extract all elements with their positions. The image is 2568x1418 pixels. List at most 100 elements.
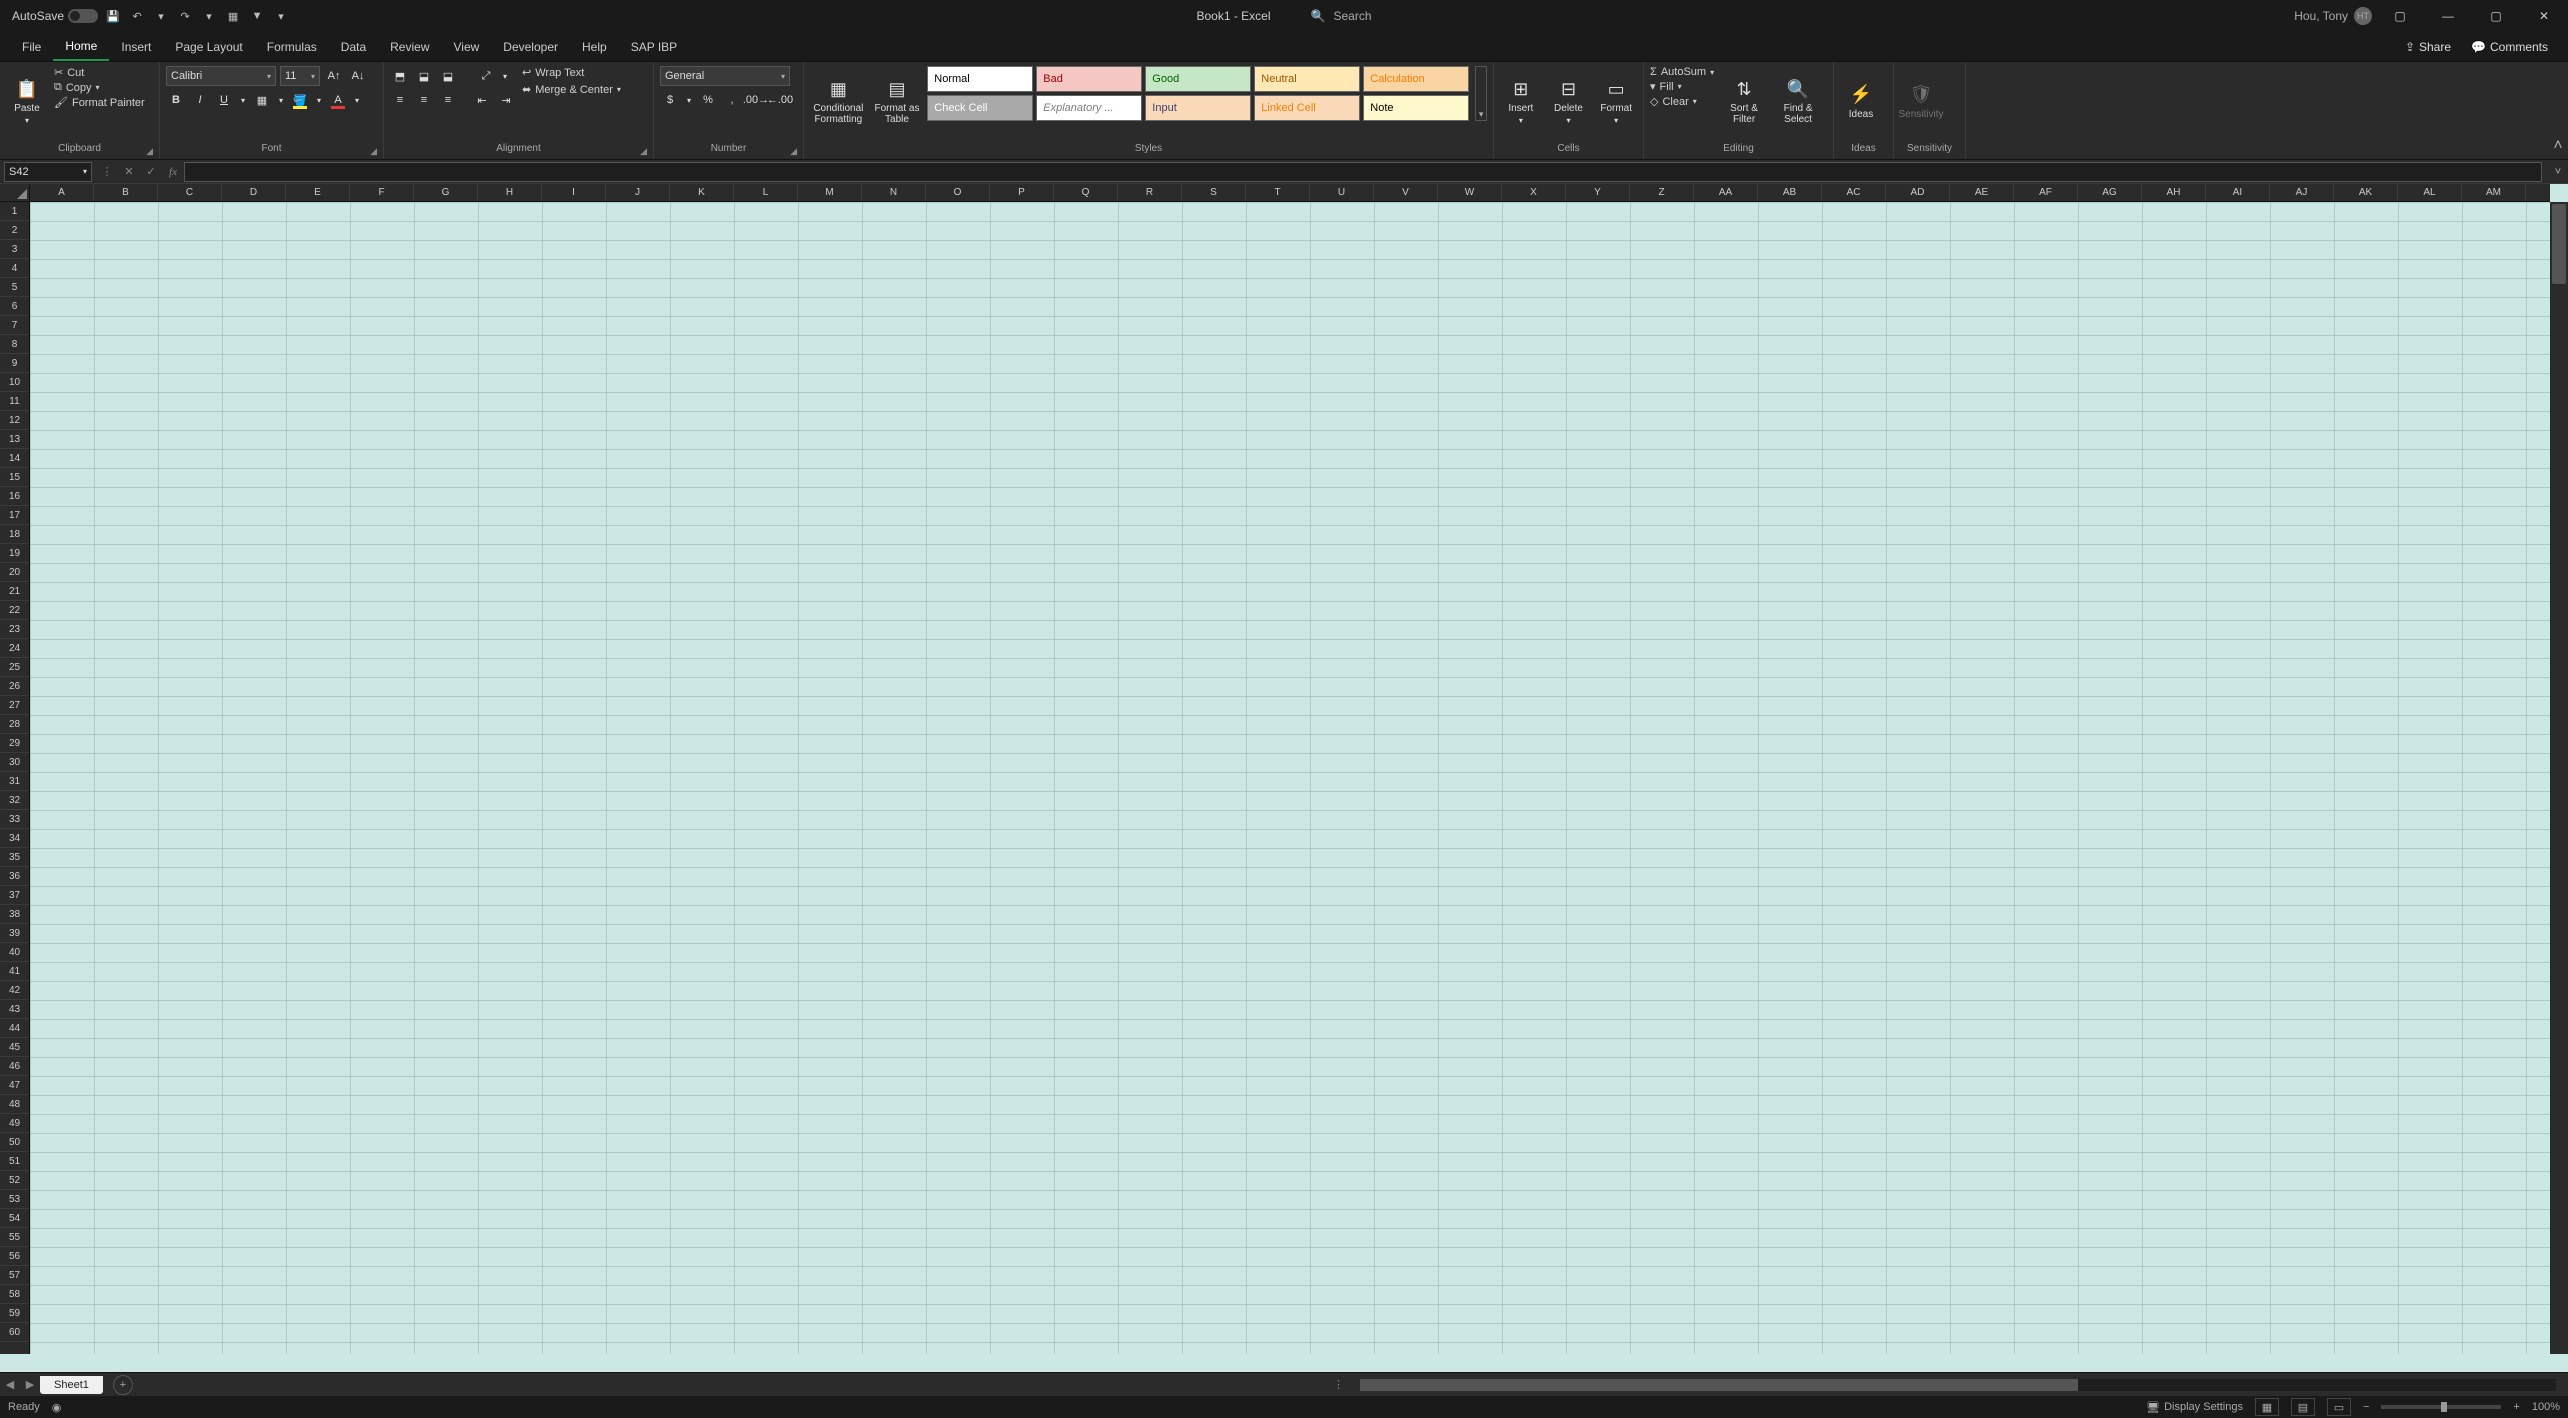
toggle-switch-icon[interactable] bbox=[68, 9, 98, 23]
row-header[interactable]: 53 bbox=[0, 1190, 29, 1209]
row-header[interactable]: 29 bbox=[0, 734, 29, 753]
sheet-nav-prev-icon[interactable]: ◀ bbox=[0, 1378, 20, 1391]
row-header[interactable]: 11 bbox=[0, 392, 29, 411]
select-all-button[interactable] bbox=[0, 184, 30, 202]
sheet-tab[interactable]: Sheet1 bbox=[40, 1376, 103, 1394]
wrap-text-button[interactable]: ↩Wrap Text bbox=[522, 66, 621, 79]
italic-button[interactable]: I bbox=[190, 90, 210, 110]
copy-button[interactable]: ⧉Copy▾ bbox=[54, 81, 145, 94]
column-header[interactable]: AF bbox=[2014, 184, 2078, 201]
tab-data[interactable]: Data bbox=[329, 34, 378, 60]
comments-button[interactable]: 💬 Comments bbox=[2461, 36, 2558, 58]
fill-color-dropdown-icon[interactable]: ▾ bbox=[314, 90, 324, 110]
tab-insert[interactable]: Insert bbox=[109, 34, 163, 60]
column-header[interactable]: AK bbox=[2334, 184, 2398, 201]
cell-styles-more-icon[interactable]: ▾ bbox=[1475, 66, 1487, 121]
accounting-dropdown-icon[interactable]: ▾ bbox=[684, 90, 694, 110]
vertical-scrollbar[interactable] bbox=[2550, 202, 2568, 1354]
sort-filter-button[interactable]: ⇅Sort & Filter bbox=[1720, 66, 1768, 136]
redo-dropdown-icon[interactable]: ▾ bbox=[200, 7, 218, 25]
row-header[interactable]: 13 bbox=[0, 430, 29, 449]
font-size-combo[interactable]: 11▾ bbox=[280, 66, 320, 86]
row-header[interactable]: 42 bbox=[0, 981, 29, 1000]
style-normal[interactable]: Normal bbox=[927, 66, 1033, 92]
column-header[interactable]: AG bbox=[2078, 184, 2142, 201]
column-header[interactable]: AA bbox=[1694, 184, 1758, 201]
decrease-decimal-icon[interactable]: ←.00 bbox=[770, 90, 790, 110]
column-header[interactable]: AI bbox=[2206, 184, 2270, 201]
row-header[interactable]: 27 bbox=[0, 696, 29, 715]
row-header[interactable]: 58 bbox=[0, 1285, 29, 1304]
row-header[interactable]: 9 bbox=[0, 354, 29, 373]
row-header[interactable]: 48 bbox=[0, 1095, 29, 1114]
row-header[interactable]: 45 bbox=[0, 1038, 29, 1057]
row-header[interactable]: 40 bbox=[0, 943, 29, 962]
autosave-toggle[interactable]: AutoSave bbox=[12, 9, 98, 23]
scrollbar-thumb[interactable] bbox=[1360, 1379, 2077, 1391]
formula-bar-menu-icon[interactable]: ⋮ bbox=[96, 165, 118, 178]
column-header[interactable]: AD bbox=[1886, 184, 1950, 201]
expand-formula-bar-icon[interactable]: ˅ bbox=[2548, 166, 2568, 178]
number-format-combo[interactable]: General▾ bbox=[660, 66, 790, 86]
column-header[interactable]: AM bbox=[2462, 184, 2526, 201]
column-header[interactable]: V bbox=[1374, 184, 1438, 201]
chevron-down-icon[interactable]: ▾ bbox=[1678, 82, 1682, 91]
orientation-icon[interactable]: ⤢ bbox=[476, 66, 496, 86]
row-header[interactable]: 46 bbox=[0, 1057, 29, 1076]
tab-file[interactable]: File bbox=[10, 34, 53, 60]
row-header[interactable]: 15 bbox=[0, 468, 29, 487]
dialog-launcher-icon[interactable]: ◢ bbox=[370, 146, 377, 157]
column-header[interactable]: D bbox=[222, 184, 286, 201]
column-header[interactable]: Z bbox=[1630, 184, 1694, 201]
align-right-icon[interactable]: ≡ bbox=[438, 90, 458, 110]
dialog-launcher-icon[interactable]: ◢ bbox=[146, 146, 153, 157]
percent-format-icon[interactable]: % bbox=[698, 90, 718, 110]
dialog-launcher-icon[interactable]: ◢ bbox=[790, 146, 797, 157]
row-header[interactable]: 26 bbox=[0, 677, 29, 696]
share-button[interactable]: ⇪ Share bbox=[2395, 36, 2461, 58]
sheet-split-icon[interactable]: ⋮ bbox=[1328, 1378, 1348, 1391]
style-explanatory[interactable]: Explanatory ... bbox=[1036, 95, 1142, 121]
style-input[interactable]: Input bbox=[1145, 95, 1251, 121]
zoom-level[interactable]: 100% bbox=[2532, 1401, 2560, 1413]
row-header[interactable]: 55 bbox=[0, 1228, 29, 1247]
column-header[interactable]: Y bbox=[1566, 184, 1630, 201]
enter-formula-icon[interactable]: ✓ bbox=[140, 165, 162, 178]
find-select-button[interactable]: 🔍Find & Select bbox=[1774, 66, 1822, 136]
search-box[interactable]: 🔍 Search bbox=[1311, 9, 1372, 23]
chevron-down-icon[interactable]: ▾ bbox=[1519, 116, 1523, 125]
style-note[interactable]: Note bbox=[1363, 95, 1469, 121]
display-settings-button[interactable]: 🖥 Display Settings bbox=[2146, 1401, 2243, 1414]
zoom-out-icon[interactable]: − bbox=[2363, 1401, 2369, 1413]
format-cells-button[interactable]: ▭Format▾ bbox=[1595, 66, 1637, 136]
sensitivity-button[interactable]: 🛡Sensitivity bbox=[1900, 66, 1942, 136]
format-as-table-button[interactable]: ▤ Format as Table bbox=[873, 66, 922, 136]
accounting-format-icon[interactable]: $ bbox=[660, 90, 680, 110]
row-header[interactable]: 21 bbox=[0, 582, 29, 601]
align-middle-icon[interactable]: ⬓ bbox=[414, 66, 434, 86]
page-layout-view-icon[interactable]: ▤ bbox=[2291, 1398, 2315, 1416]
filter-icon[interactable]: ▼ bbox=[248, 7, 266, 25]
row-header[interactable]: 34 bbox=[0, 829, 29, 848]
row-header[interactable]: 41 bbox=[0, 962, 29, 981]
align-bottom-icon[interactable]: ⬓ bbox=[438, 66, 458, 86]
style-check-cell[interactable]: Check Cell bbox=[927, 95, 1033, 121]
fill-button[interactable]: ▾Fill▾ bbox=[1650, 80, 1714, 93]
row-header[interactable]: 22 bbox=[0, 601, 29, 620]
decrease-indent-icon[interactable]: ⇤ bbox=[472, 90, 492, 110]
underline-dropdown-icon[interactable]: ▾ bbox=[238, 90, 248, 110]
row-header[interactable]: 56 bbox=[0, 1247, 29, 1266]
row-header[interactable]: 16 bbox=[0, 487, 29, 506]
row-header[interactable]: 23 bbox=[0, 620, 29, 639]
row-header[interactable]: 33 bbox=[0, 810, 29, 829]
ribbon-display-options-icon[interactable]: ▢ bbox=[2380, 0, 2420, 32]
column-header[interactable]: U bbox=[1310, 184, 1374, 201]
row-header[interactable]: 38 bbox=[0, 905, 29, 924]
column-header[interactable]: O bbox=[926, 184, 990, 201]
column-header[interactable]: B bbox=[94, 184, 158, 201]
decrease-font-icon[interactable]: A↓ bbox=[348, 66, 368, 86]
row-header[interactable]: 30 bbox=[0, 753, 29, 772]
row-header[interactable]: 6 bbox=[0, 297, 29, 316]
customize-qat-icon[interactable]: ▾ bbox=[272, 7, 290, 25]
row-header[interactable]: 20 bbox=[0, 563, 29, 582]
